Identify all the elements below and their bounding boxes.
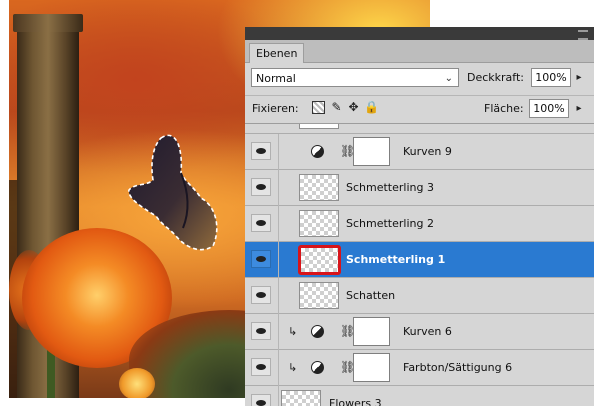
panel-titlebar[interactable]	[245, 27, 594, 40]
layer-name: Kurven 9	[403, 145, 452, 158]
layer-thumbnail[interactable]	[299, 174, 339, 201]
layer-thumbnail[interactable]	[281, 390, 321, 406]
panel-tab-row: Ebenen	[245, 40, 594, 63]
layer-name: Kurven 6	[403, 325, 452, 338]
opacity-arrow-icon[interactable]: ▸	[572, 68, 586, 87]
eye-icon[interactable]	[251, 322, 271, 340]
layer-row[interactable]: Schatten	[245, 278, 594, 314]
layers-panel: Ebenen Normal ⌄ Deckkraft: 100% ▸ Fixier…	[245, 27, 594, 406]
eye-icon[interactable]	[251, 214, 271, 232]
layer-name: Schmetterling 1	[346, 253, 446, 266]
blend-row: Normal ⌄ Deckkraft: 100% ▸	[245, 64, 594, 92]
chevron-down-icon: ⌄	[444, 73, 453, 84]
opacity-label: Deckkraft:	[467, 71, 524, 84]
eye-icon[interactable]	[251, 286, 271, 304]
layer-name: Farbton/Sättigung 6	[403, 361, 513, 374]
layer-row-selected[interactable]: Schmetterling 1	[245, 242, 594, 278]
canvas-left-margin	[0, 0, 9, 405]
layer-row[interactable]: ↳ ⛓ Kurven 6	[245, 314, 594, 350]
eye-icon[interactable]	[251, 250, 271, 268]
tab-layers[interactable]: Ebenen	[249, 43, 305, 63]
adjustment-icon	[311, 145, 324, 158]
row-divider	[278, 170, 279, 206]
layer-row[interactable]: Schmetterling 3	[245, 170, 594, 206]
layer-thumbnail-selected[interactable]	[298, 245, 341, 275]
blend-mode-select[interactable]: Normal ⌄	[251, 68, 459, 87]
wooden-pillar-top	[13, 14, 83, 32]
lock-move-icon[interactable]: ✥	[347, 101, 360, 114]
panel-grip-icon[interactable]	[578, 30, 588, 40]
layer-thumbnail[interactable]	[299, 210, 339, 237]
layer-row[interactable]: Schmetterling 2	[245, 206, 594, 242]
row-divider	[278, 350, 279, 386]
layer-name: Schmetterling 2	[346, 217, 434, 230]
lock-paint-icon[interactable]: ✎	[330, 101, 343, 114]
opacity-input[interactable]: 100%	[531, 68, 571, 87]
eye-icon[interactable]	[251, 358, 271, 376]
layer-mask-thumbnail[interactable]	[353, 137, 390, 166]
lock-label: Fixieren:	[252, 102, 299, 115]
row-divider	[278, 278, 279, 314]
layer-name: Schatten	[346, 289, 396, 302]
layer-thumbnail[interactable]	[299, 282, 339, 309]
lock-all-icon[interactable]: 🔒	[364, 101, 379, 114]
row-divider	[278, 386, 279, 406]
butterfly-selection[interactable]	[121, 128, 231, 258]
layer-mask-thumbnail[interactable]	[353, 353, 390, 382]
layer-row[interactable]: ↳ ⛓ Farbton/Sättigung 6	[245, 350, 594, 386]
layer-mask-thumbnail[interactable]	[353, 317, 390, 346]
layers-list[interactable]: ⛓ Kurven 9 Schmetterling 3 Schmetterling…	[245, 123, 594, 406]
layer-name: Schmetterling 3	[346, 181, 434, 194]
blend-mode-value: Normal	[256, 72, 296, 85]
eye-icon[interactable]	[251, 142, 271, 160]
flower-bud	[119, 368, 155, 398]
lock-row: Fixieren: ✎ ✥ 🔒 Fläche: 100% ▸	[245, 95, 594, 124]
layer-mask-thumbnail	[299, 124, 339, 129]
lock-transparency-icon[interactable]	[312, 101, 325, 114]
row-divider	[278, 206, 279, 242]
row-divider	[278, 242, 279, 278]
fill-input[interactable]: 100%	[529, 99, 569, 118]
adjustment-icon	[311, 325, 324, 338]
clip-arrow-icon: ↳	[288, 361, 298, 374]
fill-label: Fläche:	[484, 102, 524, 115]
row-divider	[278, 134, 279, 170]
eye-icon[interactable]	[251, 178, 271, 196]
layer-row-partial[interactable]	[245, 124, 594, 134]
row-divider	[278, 314, 279, 350]
layer-row[interactable]: Flowers 3	[245, 386, 594, 406]
adjustment-icon	[311, 361, 324, 374]
eye-icon[interactable]	[251, 394, 271, 406]
clip-arrow-icon: ↳	[288, 325, 298, 338]
layer-row[interactable]: ⛓ Kurven 9	[245, 134, 594, 170]
fill-arrow-icon[interactable]: ▸	[572, 99, 586, 118]
